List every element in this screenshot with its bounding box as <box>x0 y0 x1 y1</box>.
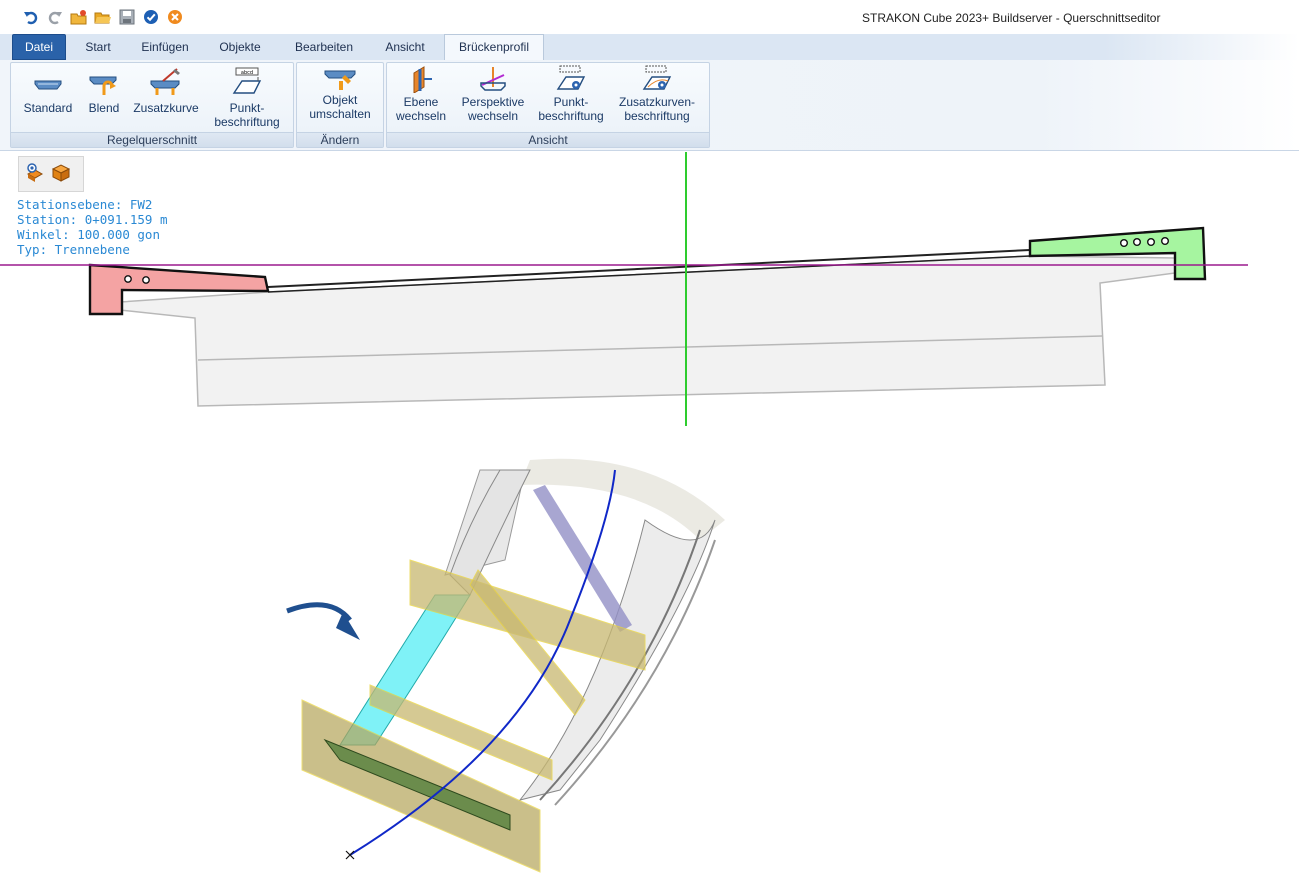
editor-canvas[interactable] <box>0 0 1299 874</box>
station-info: Stationsebene: FW2 Station: 0+091.159 m … <box>17 197 168 257</box>
type-text: Typ: Trennebene <box>17 242 130 257</box>
station-plane-text: Stationsebene: FW2 <box>17 197 153 212</box>
3d-box-icon[interactable] <box>51 163 71 186</box>
bore-hole <box>124 275 132 283</box>
bore-hole <box>142 276 150 284</box>
bridge-3d-illustration <box>301 458 725 873</box>
angle-text: Winkel: 100.000 gon <box>17 227 160 242</box>
cross-section-body <box>119 249 1176 407</box>
visibility-toggle-icon[interactable] <box>25 162 45 186</box>
bore-hole <box>1132 237 1141 246</box>
bore-hole <box>1119 238 1128 247</box>
view-toolbar <box>18 156 84 192</box>
bore-hole <box>1146 237 1155 246</box>
station-value-text: Station: 0+091.159 m <box>17 212 168 227</box>
bore-hole <box>1160 236 1169 245</box>
